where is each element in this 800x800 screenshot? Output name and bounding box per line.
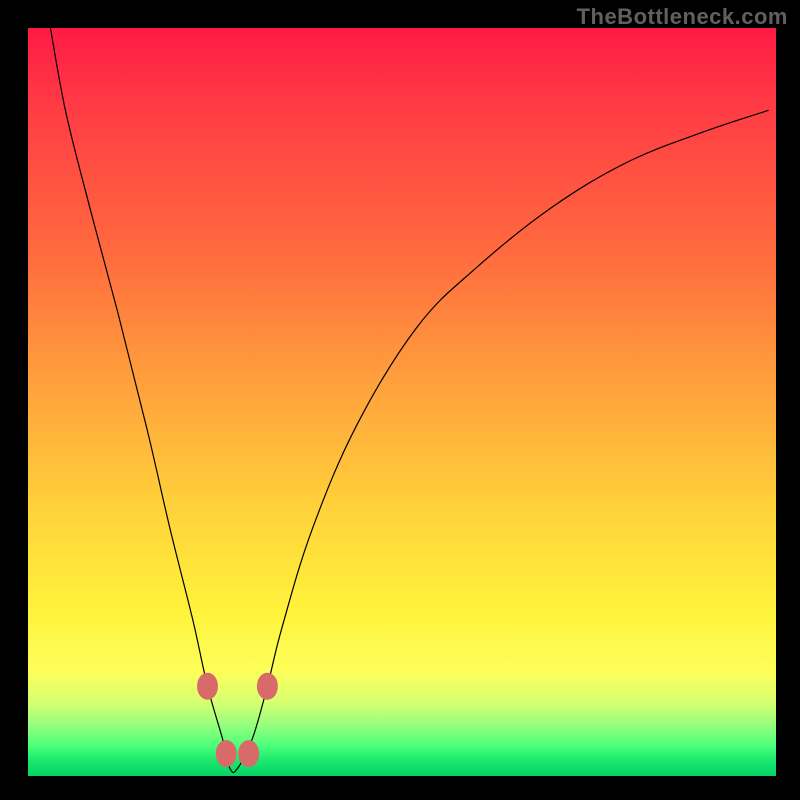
left-shoulder-upper-marker bbox=[201, 677, 214, 696]
right-shoulder-lower-marker bbox=[242, 744, 255, 763]
plot-area bbox=[28, 28, 776, 776]
watermark-text: TheBottleneck.com bbox=[577, 4, 788, 30]
bottleneck-curve bbox=[50, 28, 768, 773]
chart-frame: TheBottleneck.com bbox=[0, 0, 800, 800]
chart-svg bbox=[28, 28, 776, 776]
right-shoulder-upper-marker bbox=[261, 677, 274, 696]
curve-markers bbox=[201, 677, 274, 764]
left-shoulder-lower-marker bbox=[219, 744, 232, 763]
